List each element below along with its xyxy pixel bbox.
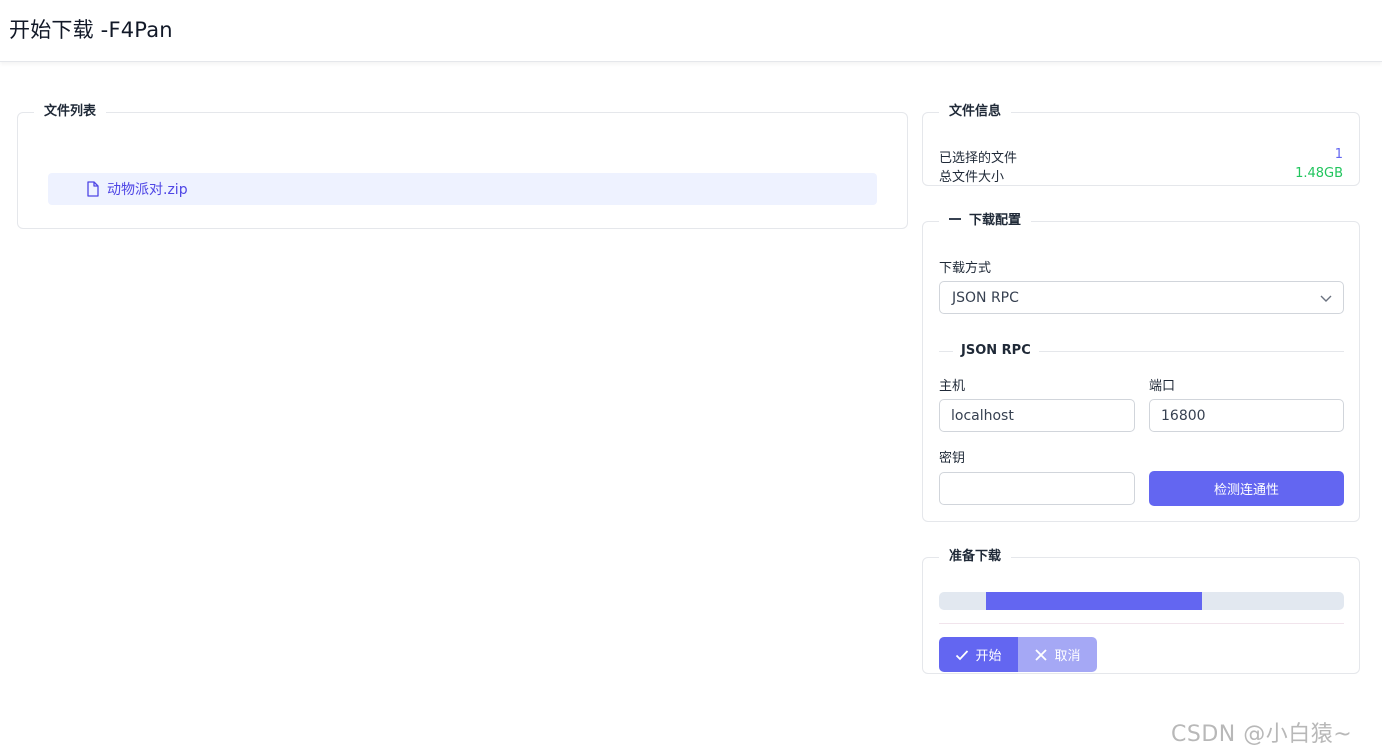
chevron-down-icon bbox=[1319, 291, 1333, 305]
file-info-legend: 文件信息 bbox=[949, 104, 1002, 119]
action-button-group: 开始 取消 bbox=[939, 637, 1097, 672]
total-size-label: 总文件大小 bbox=[939, 170, 1005, 185]
download-method-select[interactable]: JSON RPC bbox=[939, 281, 1344, 314]
collapse-icon bbox=[949, 217, 961, 220]
download-config-legend[interactable]: 下载配置 bbox=[939, 213, 1031, 229]
app-header: 开始下载 -F4Pan bbox=[0, 0, 1382, 62]
secret-input[interactable] bbox=[939, 472, 1135, 505]
progress-bar bbox=[939, 592, 1344, 610]
file-name: 动物派对.zip bbox=[107, 182, 188, 198]
port-label: 端口 bbox=[1149, 379, 1176, 394]
total-size-row: 总文件大小 1.48GB bbox=[939, 166, 1343, 185]
total-size-value: 1.48GB bbox=[1295, 166, 1343, 181]
file-info-panel: 文件信息 已选择的文件 1 总文件大小 1.48GB bbox=[922, 104, 1360, 186]
ready-divider bbox=[939, 623, 1344, 624]
check-icon bbox=[955, 648, 969, 662]
selected-files-count: 1 bbox=[1334, 147, 1343, 162]
ready-legend: 准备下载 bbox=[949, 549, 1002, 564]
file-list-legend: 文件列表 bbox=[44, 104, 97, 119]
cancel-button-label: 取消 bbox=[1054, 649, 1081, 664]
close-icon bbox=[1034, 648, 1048, 662]
start-button[interactable]: 开始 bbox=[939, 637, 1018, 672]
file-list-item[interactable]: 动物派对.zip bbox=[48, 173, 877, 205]
secret-label: 密钥 bbox=[939, 451, 966, 466]
port-input[interactable]: 16800 bbox=[1149, 399, 1344, 432]
download-config-title: 下载配置 bbox=[969, 213, 1022, 228]
page-title: 开始下载 -F4Pan bbox=[9, 18, 173, 42]
download-method-label: 下载方式 bbox=[939, 261, 992, 276]
check-connection-button[interactable]: 检测连通性 bbox=[1149, 471, 1344, 506]
download-config-panel: 下载配置 下载方式 JSON RPC JSON RPC 主机 localhost… bbox=[922, 213, 1360, 522]
cancel-button[interactable]: 取消 bbox=[1018, 637, 1097, 672]
file-list-panel: 文件列表 动物派对.zip bbox=[17, 104, 908, 229]
download-method-value: JSON RPC bbox=[952, 289, 1019, 306]
progress-fill bbox=[985, 592, 1203, 610]
start-button-label: 开始 bbox=[975, 649, 1002, 664]
file-icon bbox=[86, 181, 100, 197]
host-input[interactable]: localhost bbox=[939, 399, 1135, 432]
host-label: 主机 bbox=[939, 379, 966, 394]
watermark: CSDN @小白猿~ bbox=[1171, 722, 1353, 747]
rpc-section-title: JSON RPC bbox=[953, 343, 1039, 358]
ready-panel: 准备下载 开始 取消 bbox=[922, 549, 1360, 674]
selected-files-label: 已选择的文件 bbox=[939, 151, 1018, 166]
selected-files-row: 已选择的文件 1 bbox=[939, 147, 1343, 166]
